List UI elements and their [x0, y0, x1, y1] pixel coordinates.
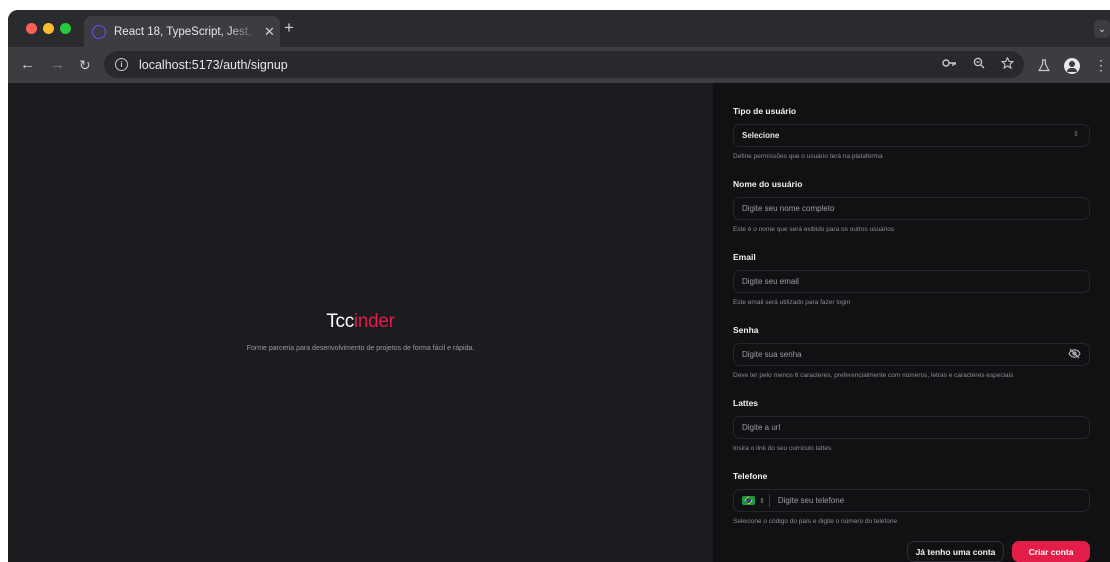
name-input[interactable]: Digite seu nome completo: [733, 197, 1090, 220]
hero-panel: Tccinder Forme parceria para desenvolvim…: [8, 83, 713, 562]
phone-label: Telefone: [733, 471, 768, 481]
lattes-input[interactable]: Digite a url: [733, 416, 1090, 439]
create-account-button[interactable]: Criar conta: [1012, 541, 1090, 562]
select-arrows-icon: ⇕: [759, 497, 765, 505]
brazil-flag-icon: [742, 496, 755, 505]
tab-close-icon[interactable]: ✕: [264, 24, 275, 40]
favicon-icon: [92, 24, 106, 39]
email-hint: Este email será utilizado para fazer log…: [733, 299, 851, 306]
name-placeholder: Digite seu nome completo: [742, 204, 835, 213]
password-hint: Deve ter pelo menos 6 caracteres, prefer…: [733, 372, 1014, 379]
user-type-label: Tipo de usuário: [733, 106, 797, 116]
maximize-window-button[interactable]: [60, 23, 71, 34]
menu-icon[interactable]: ⋮: [1094, 57, 1108, 74]
address-bar[interactable]: i localhost:5173/auth/signup: [104, 51, 1024, 78]
minimize-window-button[interactable]: [43, 23, 54, 34]
name-label: Nome do usuário: [733, 179, 803, 189]
address-bar-actions: [942, 57, 1014, 69]
user-type-hint: Define permissões que o usuário terá na …: [733, 153, 883, 160]
tab-search-chevron-icon[interactable]: ⌄: [1094, 20, 1110, 38]
tab-strip: React 18, TypeScript, Jest, Te ✕ + ⌄: [8, 10, 1110, 47]
user-type-value: Selecione: [742, 131, 780, 140]
eye-off-icon[interactable]: [1068, 348, 1081, 359]
login-button[interactable]: Já tenho uma conta: [907, 541, 1004, 562]
labs-icon[interactable]: [1038, 59, 1050, 72]
tagline: Forme parceria para desenvolvimento de p…: [246, 345, 475, 352]
lattes-label: Lattes: [733, 398, 759, 408]
phone-input[interactable]: ⇕ Digite seu telefone: [733, 489, 1090, 512]
browser-toolbar: ← → ↻ i localhost:5173/auth/signup ⋮: [8, 47, 1110, 83]
lattes-hint: Insira o link do seu currículo lattes: [733, 445, 832, 452]
lattes-placeholder: Digite a url: [742, 423, 781, 432]
new-tab-button[interactable]: +: [284, 18, 294, 38]
phone-hint: Selecione o código do país e digite o nú…: [733, 518, 898, 525]
brand-text-part2: inder: [353, 311, 395, 332]
forward-button[interactable]: →: [50, 56, 65, 73]
lattes-field: Lattes Digite a url Insira o link do seu…: [733, 398, 1090, 452]
profile-icon[interactable]: [1064, 57, 1080, 74]
zoom-icon[interactable]: [973, 57, 985, 69]
tab-active[interactable]: React 18, TypeScript, Jest, Te ✕: [84, 16, 280, 47]
site-info-icon[interactable]: i: [115, 58, 128, 71]
phone-divider: [768, 494, 770, 507]
password-input[interactable]: Digite sua senha: [733, 343, 1090, 366]
star-icon[interactable]: [1001, 57, 1014, 69]
name-field: Nome do usuário Digite seu nome completo…: [733, 179, 1090, 233]
select-arrows-icon: ⇕: [1073, 131, 1079, 138]
brand-text-part1: Tcc: [326, 311, 354, 332]
email-input[interactable]: Digite seu email: [733, 270, 1090, 293]
country-code-select[interactable]: ⇕: [742, 496, 765, 505]
password-label: Senha: [733, 325, 759, 335]
key-icon[interactable]: [942, 57, 957, 69]
browser-window: React 18, TypeScript, Jest, Te ✕ + ⌄ ← →…: [8, 10, 1110, 562]
phone-field: Telefone ⇕ Digite seu telefone Selecione…: [733, 471, 1090, 525]
name-hint: Este é o nome que será exibido para os o…: [733, 226, 895, 233]
phone-placeholder: Digite seu telefone: [777, 496, 845, 505]
tab-title: React 18, TypeScript, Jest, Te: [114, 25, 256, 38]
email-placeholder: Digite seu email: [742, 277, 799, 286]
signup-form: Tipo de usuário Selecione ⇕ Define permi…: [713, 83, 1110, 562]
toolbar-right: ⋮: [1038, 57, 1108, 74]
user-type-field: Tipo de usuário Selecione ⇕ Define permi…: [733, 106, 1090, 160]
close-window-button[interactable]: [26, 23, 37, 34]
user-type-select[interactable]: Selecione ⇕: [733, 124, 1090, 147]
back-button[interactable]: ←: [20, 56, 35, 73]
password-placeholder: Digite sua senha: [742, 350, 802, 359]
password-field: Senha Digite sua senha Deve ter pelo men…: [733, 325, 1090, 379]
email-label: Email: [733, 252, 756, 262]
email-field: Email Digite seu email Este email será u…: [733, 252, 1090, 306]
brand-logo: Tccinder: [8, 311, 713, 333]
reload-button[interactable]: ↻: [79, 57, 91, 74]
page-content: Tccinder Forme parceria para desenvolvim…: [8, 83, 1110, 562]
url-text[interactable]: localhost:5173/auth/signup: [139, 58, 288, 72]
